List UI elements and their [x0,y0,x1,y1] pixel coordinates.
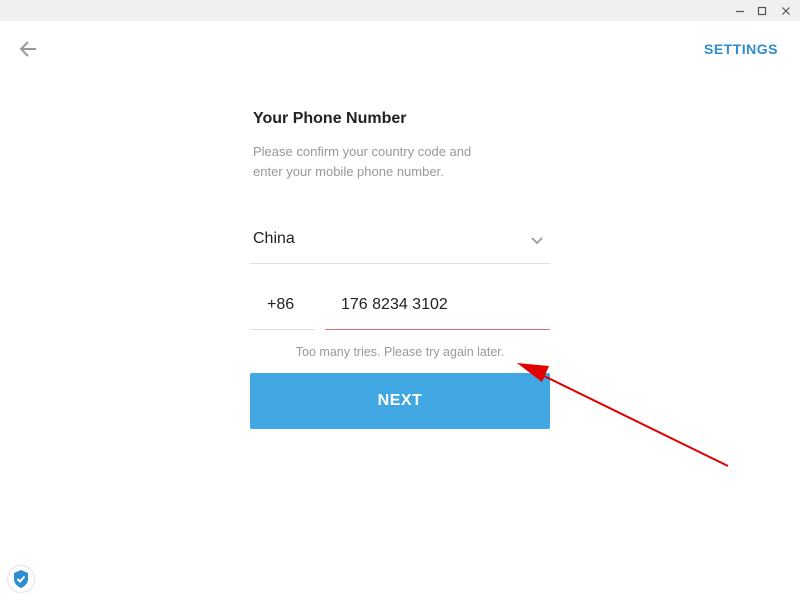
title-bar [0,0,800,21]
security-badge[interactable] [8,566,34,592]
chevron-down-icon [531,237,543,245]
shield-check-icon [14,570,28,588]
minimize-icon [736,10,744,13]
country-code-field[interactable] [250,286,315,330]
country-code-input[interactable] [267,296,312,314]
maximize-button[interactable] [752,2,772,20]
phone-number-input[interactable] [341,296,541,314]
phone-number-field[interactable] [325,286,550,330]
close-button[interactable] [776,2,796,20]
form-description: Please confirm your country code and ent… [253,142,513,182]
arrow-left-icon [19,41,36,57]
close-icon [782,7,790,15]
description-line-1: Please confirm your country code and [253,144,472,159]
app-window: SETTINGS Your Phone Number Please confir… [0,0,800,600]
next-button[interactable]: NEXT [250,373,550,429]
annotation-arrow-line [539,373,729,467]
page-title: Your Phone Number [253,110,407,127]
country-value: China [253,230,295,247]
error-message: Too many tries. Please try again later. [295,345,505,359]
maximize-icon [757,6,767,16]
description-line-2: enter your mobile phone number. [253,164,444,179]
back-button[interactable] [16,37,40,61]
minimize-button[interactable] [730,2,750,20]
settings-link[interactable]: SETTINGS [704,41,778,57]
country-select[interactable]: China [250,220,550,264]
